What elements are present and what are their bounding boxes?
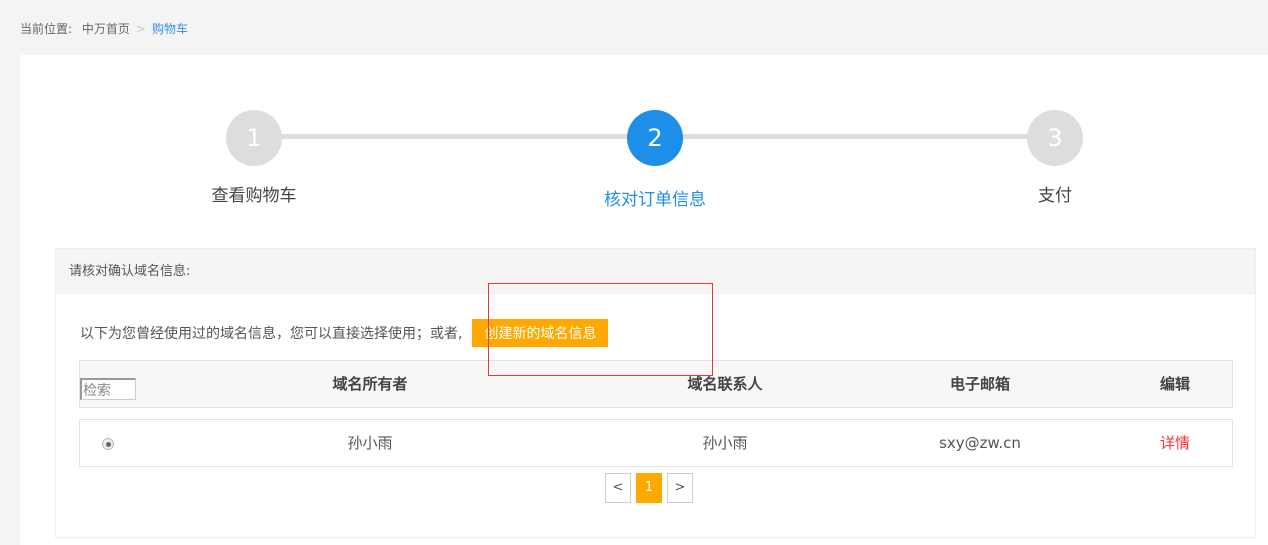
- details-link[interactable]: 详情: [1130, 420, 1220, 466]
- table-row[interactable]: 孙小雨 孙小雨 sxy@zw.cn 详情: [79, 419, 1233, 467]
- header-edit: 编辑: [1159, 375, 1190, 393]
- breadcrumb: 当前位置: 中万首页 > 购物车: [20, 20, 188, 37]
- breadcrumb-prefix: 当前位置:: [20, 22, 73, 36]
- step-2-circle: 2: [627, 110, 683, 166]
- cell-owner: 孙小雨: [347, 434, 393, 452]
- page-1-button[interactable]: 1: [636, 473, 662, 503]
- header-owner: 域名所有者: [332, 375, 408, 393]
- highlight-box: [488, 283, 713, 376]
- pagination: < 1 >: [605, 473, 693, 503]
- cell-contact: 孙小雨: [702, 434, 748, 452]
- step-3-circle: 3: [1027, 110, 1083, 166]
- step-1-circle: 1: [226, 110, 282, 166]
- step-1-label: 查看购物车: [211, 186, 297, 206]
- chevron-right-icon: >: [135, 22, 146, 36]
- step-3-label: 支付: [1038, 186, 1072, 206]
- select-radio[interactable]: [102, 438, 114, 450]
- prev-page-button[interactable]: <: [605, 473, 631, 503]
- next-page-button[interactable]: >: [667, 473, 693, 503]
- search-input[interactable]: [80, 378, 136, 400]
- header-email: 电子邮箱: [949, 375, 1010, 393]
- intro-text: 以下为您曾经使用过的域名信息，您可以直接选择使用；或者,: [80, 326, 463, 342]
- step-2-label: 核对订单信息: [604, 190, 706, 210]
- breadcrumb-home[interactable]: 中万首页: [82, 22, 130, 36]
- cell-email: sxy@zw.cn: [939, 434, 1021, 452]
- breadcrumb-current[interactable]: 购物车: [152, 22, 188, 36]
